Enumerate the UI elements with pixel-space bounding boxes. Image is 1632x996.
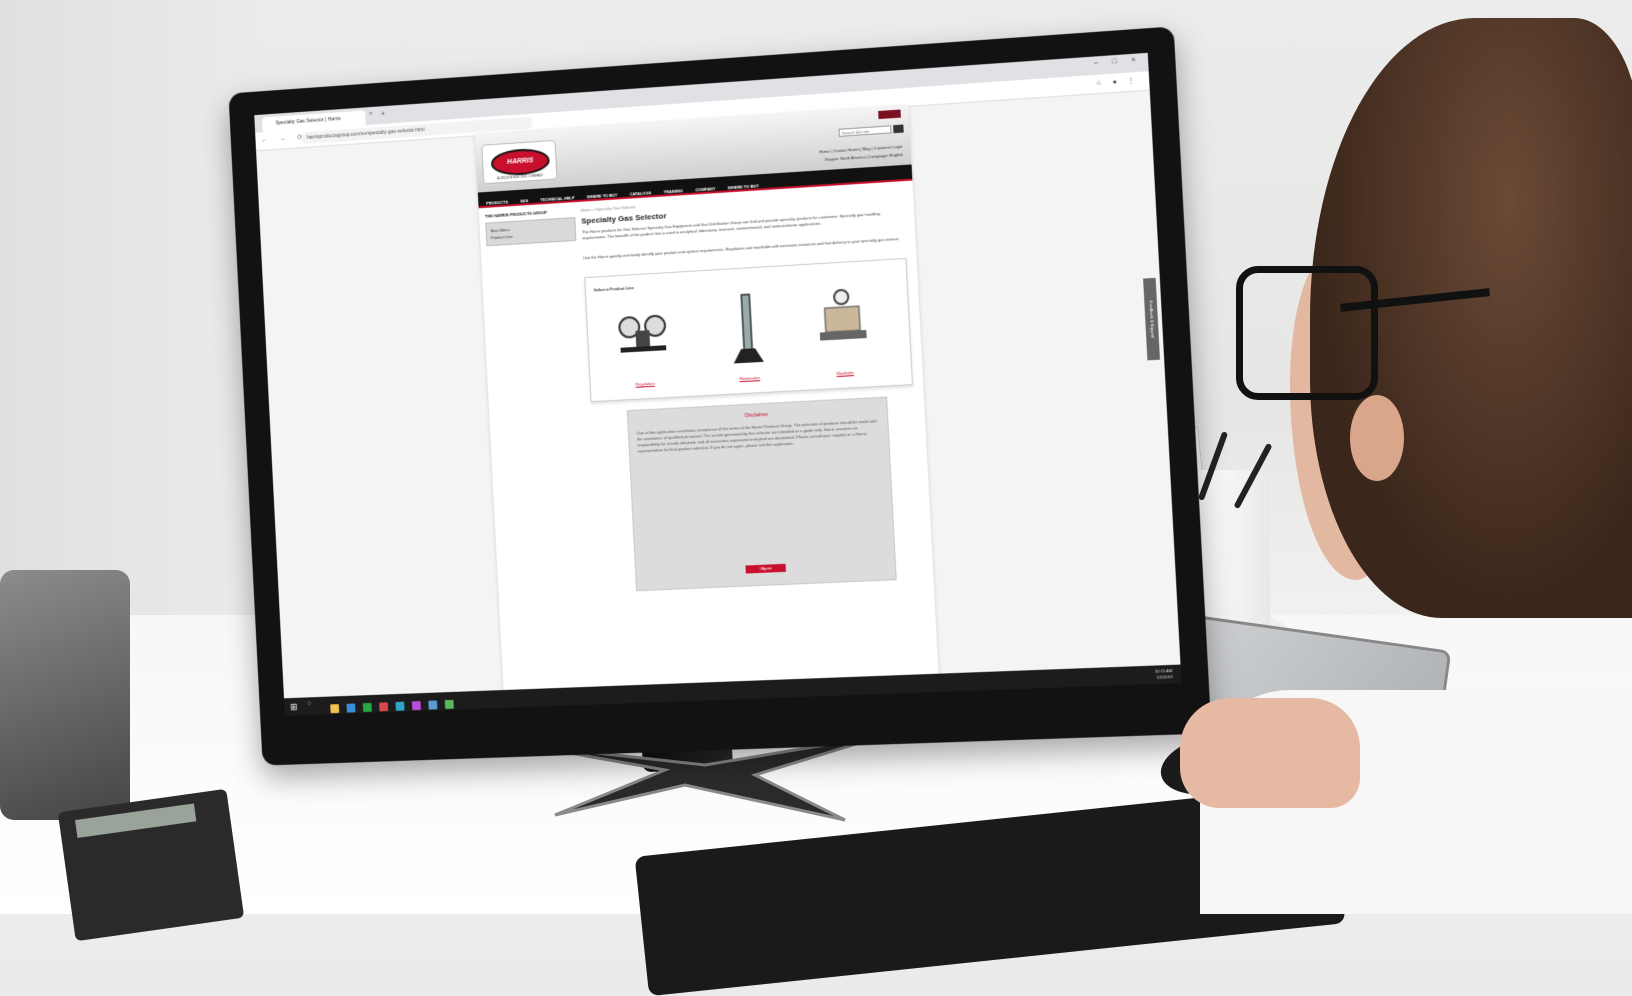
product-card-flowmeters[interactable]: Flowmeters — [710, 289, 785, 383]
product-card-regulators[interactable]: Regulators — [606, 295, 680, 388]
product-selector-panel: Select a Product Line Regulators Flowmet… — [584, 257, 914, 403]
taskbar-app-icon[interactable] — [444, 699, 454, 710]
nav-item[interactable]: TECHNICAL HELP — [540, 191, 575, 207]
agree-button[interactable]: I Agree — [745, 563, 786, 574]
search-input[interactable]: Search this site — [838, 125, 892, 137]
nav-item[interactable]: COMPANY — [695, 182, 716, 197]
monitor: Specialty Gas Selector | Harris × + – □ … — [228, 26, 1212, 766]
new-tab-icon[interactable]: + — [380, 109, 385, 118]
taskbar-apps — [330, 696, 462, 716]
close-icon[interactable]: × — [369, 111, 373, 117]
intro-paragraph: Use the Harris quickly and easily identi… — [583, 236, 900, 261]
calculator-display — [75, 803, 197, 838]
start-icon[interactable]: ⊞ — [290, 702, 300, 712]
window-controls[interactable]: – □ × — [1094, 56, 1142, 66]
taskbar-app-icon[interactable] — [395, 701, 405, 711]
screen: Specialty Gas Selector | Harris × + – □ … — [254, 52, 1182, 716]
utility-links[interactable]: Home | Contact Harris | Blog | Customer … — [819, 143, 903, 165]
eyeglasses — [1236, 266, 1378, 400]
clock-date: 1/1/2019 — [1156, 674, 1173, 680]
product-link[interactable]: Regulators — [610, 379, 680, 388]
taskbar-app-icon[interactable] — [428, 700, 438, 710]
background-wall — [0, 0, 260, 640]
logo-mark: HARRIS — [490, 147, 551, 177]
product-card-manifolds[interactable]: Manifolds — [805, 283, 881, 377]
header-badge[interactable] — [878, 109, 901, 120]
nav-item[interactable]: TRAINING — [663, 184, 683, 199]
product-link[interactable]: Manifolds — [810, 369, 881, 378]
nav-item[interactable]: SDS — [520, 194, 529, 208]
select-product-label: Select a Product Line — [593, 285, 635, 293]
browser-extension-icons[interactable]: ☆ ● ⋮ — [1095, 76, 1138, 87]
nav-item[interactable]: CATALOGS — [629, 186, 652, 201]
disclaimer-panel: Disclaimer Use of this application const… — [626, 396, 897, 592]
search-icon[interactable]: ○ — [307, 700, 311, 707]
nav-item[interactable]: PRODUCTS — [486, 196, 509, 211]
feedback-tab[interactable]: Feedback & Support — [1143, 277, 1160, 361]
taskbar-app-icon[interactable] — [330, 704, 340, 714]
person-ear — [1350, 395, 1404, 481]
harris-logo[interactable]: HARRIS A LINCOLN ELECTRIC COMPANY — [481, 139, 558, 185]
page-title: Specialty Gas Selector — [581, 211, 667, 226]
search-button[interactable] — [893, 124, 904, 134]
person-hand — [1180, 698, 1360, 808]
taskbar-app-icon[interactable] — [362, 702, 372, 713]
system-clock[interactable]: 10:15 AM 1/1/2019 — [1155, 668, 1173, 681]
sidebar: THE HARRIS PRODUCTS GROUP Main Menu Prod… — [485, 208, 577, 247]
desk-phone — [0, 570, 130, 820]
calculator — [57, 788, 245, 942]
product-link[interactable]: Flowmeters — [715, 374, 785, 383]
manifold-image — [819, 283, 867, 341]
logo-tagline: A LINCOLN ELECTRIC COMPANY — [496, 173, 544, 181]
breadcrumb[interactable]: Home > Specialty Gas Selector — [581, 204, 636, 212]
taskbar-app-icon[interactable] — [346, 703, 356, 713]
taskbar-app-icon[interactable] — [379, 702, 389, 712]
nav-item[interactable]: WHERE TO BUY — [727, 179, 759, 195]
taskbar-app-icon[interactable] — [411, 701, 421, 711]
sidebar-menu: Main Menu Product Line — [485, 217, 577, 247]
regulator-image — [606, 295, 679, 353]
web-page: HARRIS A LINCOLN ELECTRIC COMPANY Search… — [474, 105, 940, 708]
flowmeter-image — [733, 289, 764, 364]
nav-item[interactable]: WHERE TO BUY — [586, 188, 618, 204]
